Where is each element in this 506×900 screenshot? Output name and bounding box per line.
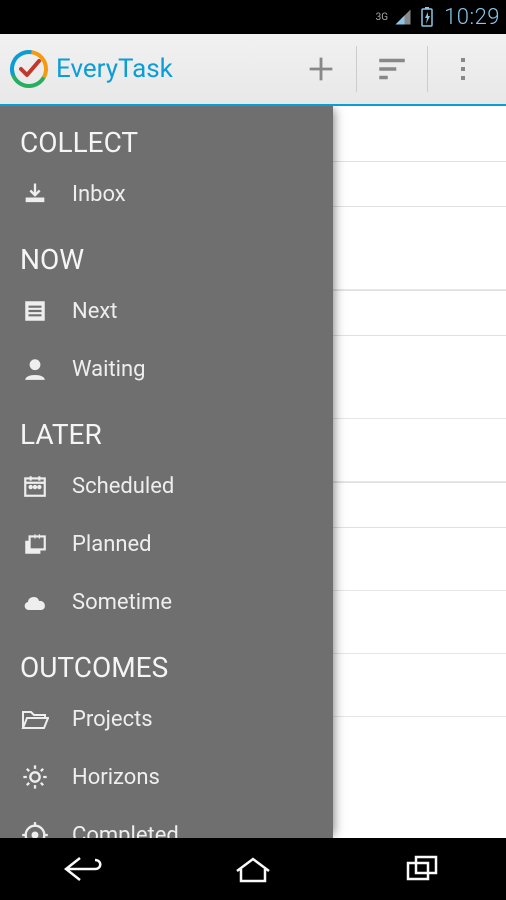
- sidebar-item-label: Horizons: [72, 765, 160, 790]
- action-bar: EveryTask: [0, 34, 506, 106]
- sidebar-item-projects[interactable]: Projects: [0, 690, 333, 748]
- battery-charging-icon: [420, 7, 434, 27]
- sidebar-item-label: Scheduled: [72, 474, 174, 499]
- person-icon: [20, 354, 50, 384]
- sidebar-item-inbox[interactable]: Inbox: [0, 165, 333, 223]
- signal-icon: [394, 8, 412, 26]
- sort-button[interactable]: [357, 34, 427, 104]
- sidebar-item-planned[interactable]: Planned: [0, 515, 333, 573]
- sidebar-item-label: Inbox: [72, 182, 126, 207]
- sidebar-item-label: Next: [72, 299, 117, 324]
- recents-button[interactable]: [382, 849, 462, 889]
- network-label: 3G: [376, 12, 388, 23]
- drawer-section-later: LATER: [0, 398, 333, 457]
- home-button[interactable]: [213, 849, 293, 889]
- sidebar-item-label: Waiting: [72, 357, 146, 382]
- sidebar-item-label: Completed: [72, 823, 179, 839]
- sidebar-item-sometime[interactable]: Sometime: [0, 573, 333, 631]
- folder-icon: [20, 704, 50, 734]
- sidebar-item-label: Projects: [72, 707, 153, 732]
- sidebar-item-label: Sometime: [72, 590, 172, 615]
- sidebar-item-waiting[interactable]: Waiting: [0, 340, 333, 398]
- workspace: Overdue Complete th @Office Today Buy th…: [0, 106, 506, 838]
- sidebar-item-next[interactable]: Next: [0, 282, 333, 340]
- stack-icon: [20, 529, 50, 559]
- list-icon: [20, 296, 50, 326]
- app-title: EveryTask: [56, 54, 173, 84]
- drawer-section-collect: COLLECT: [0, 106, 333, 165]
- sun-icon: [20, 762, 50, 792]
- sidebar-item-label: Planned: [72, 532, 152, 557]
- app-brand[interactable]: EveryTask: [8, 48, 286, 90]
- drawer-section-now: NOW: [0, 223, 333, 282]
- status-bar: 3G 10:29: [0, 0, 506, 34]
- system-nav-bar: [0, 838, 506, 900]
- sidebar-item-completed[interactable]: Completed: [0, 806, 333, 838]
- target-icon: [20, 820, 50, 838]
- cloud-icon: [20, 587, 50, 617]
- navigation-drawer[interactable]: COLLECT Inbox NOW Next Waiting LATER Sc: [0, 106, 333, 838]
- clock: 10:29: [444, 5, 500, 30]
- overflow-menu-button[interactable]: [428, 34, 498, 104]
- sidebar-item-horizons[interactable]: Horizons: [0, 748, 333, 806]
- app-logo-icon: [8, 48, 50, 90]
- back-button[interactable]: [44, 849, 124, 889]
- add-button[interactable]: [286, 34, 356, 104]
- sidebar-item-scheduled[interactable]: Scheduled: [0, 457, 333, 515]
- calendar-icon: [20, 471, 50, 501]
- inbox-icon: [20, 179, 50, 209]
- drawer-section-outcomes: OUTCOMES: [0, 631, 333, 690]
